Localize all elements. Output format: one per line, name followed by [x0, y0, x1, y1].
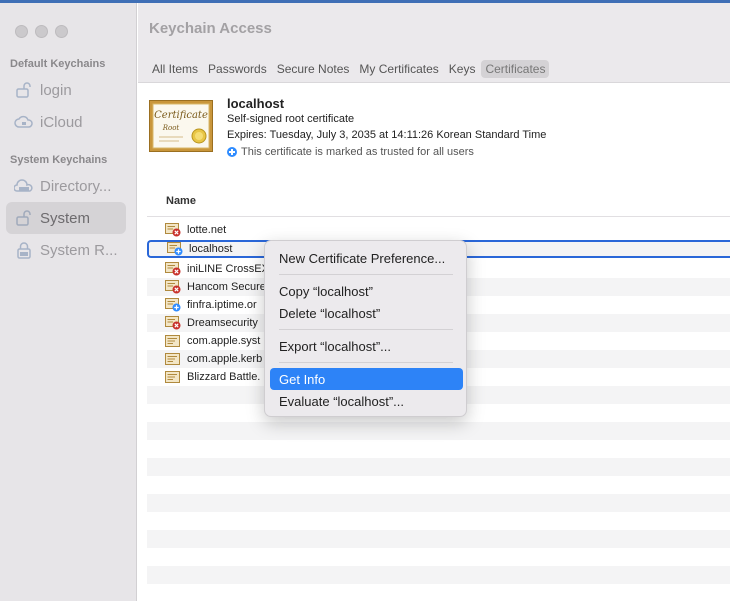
- empty-row: [147, 494, 730, 512]
- row-name: lotte.net: [187, 224, 227, 236]
- sidebar-item-system-roots[interactable]: System R...: [6, 234, 126, 266]
- certificate-icon-subtext: Root: [162, 124, 180, 132]
- invalid-certificate-icon: [165, 316, 181, 330]
- sidebar-item-label: login: [40, 81, 72, 99]
- certificate-expiry: Expires: Tuesday, July 3, 2035 at 14:11:…: [227, 129, 547, 141]
- invalid-certificate-icon: [165, 262, 181, 276]
- window-title: Keychain Access: [149, 20, 272, 37]
- tab-passwords[interactable]: Passwords: [204, 60, 271, 78]
- empty-row: [147, 458, 730, 476]
- trust-status-text: This certificate is marked as trusted fo…: [241, 146, 474, 158]
- trusted-certificate-icon: [167, 242, 183, 256]
- row-name: com.apple.kerb: [187, 353, 263, 365]
- empty-row: [147, 566, 730, 584]
- sidebar-item-system[interactable]: System: [6, 202, 126, 234]
- row-name: com.apple.syst: [187, 335, 261, 347]
- sidebar-item-icloud[interactable]: iCloud: [6, 106, 126, 138]
- row-name: localhost: [189, 243, 233, 255]
- menu-item-get-info[interactable]: Get Info: [270, 368, 463, 390]
- row-name: iniLINE CrossEX: [187, 263, 269, 275]
- cloud-icon: [14, 112, 34, 132]
- menu-separator: [279, 362, 453, 363]
- trust-status: This certificate is marked as trusted fo…: [227, 146, 474, 158]
- menu-item-evaluate[interactable]: Evaluate “localhost”...: [270, 390, 463, 412]
- row-name: finfra.iptime.or: [187, 299, 257, 311]
- certificate-icon: [165, 370, 181, 384]
- tab-secure-notes[interactable]: Secure Notes: [273, 60, 354, 78]
- category-tabs: All Items Passwords Secure Notes My Cert…: [148, 60, 550, 78]
- invalid-certificate-icon: [165, 280, 181, 294]
- certificate-large-icon: Certificate Root: [149, 100, 213, 152]
- empty-row: [147, 422, 730, 440]
- column-header-name[interactable]: Name: [166, 195, 196, 207]
- sidebar-item-label: iCloud: [40, 113, 83, 131]
- tab-my-certificates[interactable]: My Certificates: [355, 60, 442, 78]
- menu-item-new-certificate-preference[interactable]: New Certificate Preference...: [270, 247, 463, 269]
- close-window-button[interactable]: [15, 25, 28, 38]
- sidebar-heading-default: Default Keychains: [10, 58, 106, 70]
- sidebar: Default Keychains login iCloud System Ke…: [0, 3, 137, 601]
- column-divider: [147, 216, 730, 217]
- menu-item-copy[interactable]: Copy “localhost”: [270, 280, 463, 302]
- certificate-name: localhost: [227, 96, 285, 111]
- unlocked-lock-icon: [14, 80, 34, 100]
- sidebar-item-login[interactable]: login: [6, 74, 126, 106]
- tab-all-items[interactable]: All Items: [148, 60, 202, 78]
- certificate-icon: [165, 352, 181, 366]
- row-name: Dreamsecurity: [187, 317, 258, 329]
- sidebar-item-label: System R...: [40, 241, 118, 259]
- sidebar-item-directory[interactable]: Directory...: [6, 170, 126, 202]
- directory-icon: [14, 176, 34, 196]
- sidebar-item-label: System: [40, 209, 91, 227]
- sidebar-heading-system: System Keychains: [10, 154, 108, 166]
- row-name: Hancom Secure: [187, 281, 266, 293]
- toolbar: Keychain Access All Items Passwords Secu…: [138, 3, 730, 83]
- certificate-icon-text: Certificate: [154, 110, 208, 121]
- menu-item-export[interactable]: Export “localhost”...: [270, 335, 463, 357]
- minimize-window-button[interactable]: [35, 25, 48, 38]
- zoom-window-button[interactable]: [55, 25, 68, 38]
- row-name: Blizzard Battle.: [187, 371, 261, 383]
- tab-keys[interactable]: Keys: [445, 60, 480, 78]
- trusted-certificate-icon: [165, 298, 181, 312]
- menu-item-delete[interactable]: Delete “localhost”: [270, 302, 463, 324]
- certificate-icon: [165, 334, 181, 348]
- unlocked-lock-icon: [14, 208, 34, 228]
- context-menu: New Certificate Preference... Copy “loca…: [264, 240, 467, 417]
- menu-separator: [279, 274, 453, 275]
- empty-row: [147, 530, 730, 548]
- table-row[interactable]: lotte.net: [147, 221, 730, 239]
- certificate-kind: Self-signed root certificate: [227, 113, 355, 125]
- locked-lock-icon: [14, 240, 34, 260]
- sidebar-item-label: Directory...: [40, 177, 112, 195]
- tab-certificates[interactable]: Certificates: [481, 60, 550, 78]
- menu-separator: [279, 329, 453, 330]
- invalid-certificate-icon: [165, 223, 181, 237]
- plus-circle-icon: [227, 147, 237, 157]
